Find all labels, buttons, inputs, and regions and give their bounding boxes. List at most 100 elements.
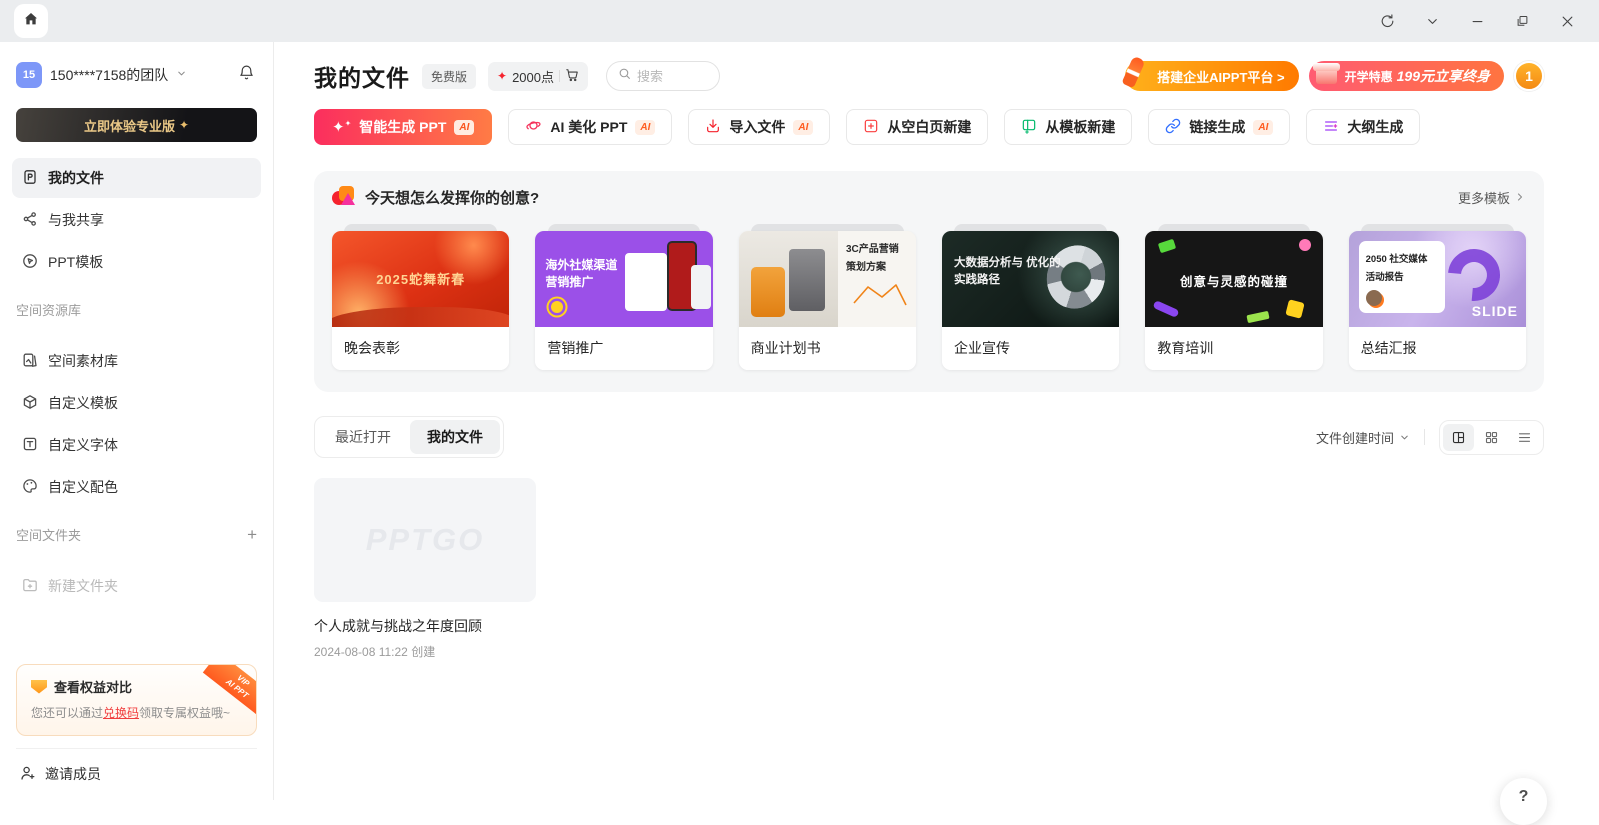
sidebar-item-label: 与我共享 <box>48 210 104 230</box>
search-input[interactable] <box>637 69 707 84</box>
add-folder-icon[interactable]: + <box>247 526 257 543</box>
main-content: 我的文件 免费版 ✦ 2000点 搭建企业AIPPT平台 > <box>274 42 1599 800</box>
notification-bell-icon[interactable] <box>238 64 255 86</box>
template-thumbnail: 海外社媒渠道营销推广 <box>535 231 712 327</box>
tab-my-files[interactable]: 我的文件 <box>410 420 500 454</box>
sidebar-item-custom-colors[interactable]: 自定义配色 <box>12 467 261 507</box>
template-thumbnail: 2050 社交媒体 活动报告 SLIDE <box>1349 231 1526 327</box>
import-file-button[interactable]: 导入文件 AI <box>688 109 830 145</box>
palette-icon <box>22 478 38 497</box>
ai-badge: AI <box>454 120 474 135</box>
creative-banner: 今天想怎么发挥你的创意? 更多模板 2025蛇舞新春 晚会表彰 <box>314 171 1544 392</box>
template-card-education[interactable]: 创意与灵感的碰撞 教育培训 <box>1145 224 1322 370</box>
share-icon <box>22 211 38 230</box>
help-floating-button[interactable]: ? <box>1500 778 1547 825</box>
smart-generate-ppt-button[interactable]: ✦✦ 智能生成 PPT AI <box>314 109 492 145</box>
cube-icon <box>22 394 38 413</box>
template-thumbnail: 大数据分析与 优化的实践路径 <box>942 231 1119 327</box>
redeem-code-link[interactable]: 兑换码 <box>103 706 139 720</box>
sidebar-item-custom-templates[interactable]: 自定义模板 <box>12 383 261 423</box>
restore-window-icon[interactable] <box>1515 14 1530 29</box>
template-plus-icon <box>1021 118 1037 137</box>
more-templates-link[interactable]: 更多模板 <box>1458 188 1526 207</box>
template-card-summary-report[interactable]: 2050 社交媒体 活动报告 SLIDE 总结汇报 <box>1349 224 1526 370</box>
action-label: 导入文件 <box>729 117 785 137</box>
team-chevron-down-icon[interactable] <box>176 68 187 82</box>
new-from-template-button[interactable]: 从模板新建 <box>1004 109 1132 145</box>
file-card[interactable]: PPTGO 个人成就与挑战之年度回顾 2024-08-08 11:22 创建 <box>314 478 536 660</box>
view-small-grid-button[interactable] <box>1476 424 1507 451</box>
template-card-marketing[interactable]: 海外社媒渠道营销推广 营销推广 <box>535 224 712 370</box>
section-space-resources: 空间资源库 <box>16 300 257 319</box>
home-tab-button[interactable] <box>14 4 48 38</box>
outline-generate-button[interactable]: 大纲生成 <box>1306 109 1420 145</box>
template-card-gala[interactable]: 2025蛇舞新春 晚会表彰 <box>332 224 509 370</box>
sale-banner[interactable]: 开学特惠 199元立享终身 <box>1309 61 1504 91</box>
template-card-corporate[interactable]: 大数据分析与 优化的实践路径 企业宣传 <box>942 224 1119 370</box>
spark-icon: ✦ <box>497 69 507 83</box>
benefits-promo-card[interactable]: 查看权益对比 您还可以通过兑换码领取专属权益哦~ VIP AI PPT <box>16 664 257 736</box>
refresh-icon[interactable] <box>1380 14 1395 29</box>
sidebar-item-shared-with-me[interactable]: 与我共享 <box>12 200 261 240</box>
action-label: AI 美化 PPT <box>550 117 627 137</box>
sort-label: 文件创建时间 <box>1316 428 1394 447</box>
asset-library-icon <box>22 352 38 371</box>
banner-title: 今天想怎么发挥你的创意? <box>365 187 539 208</box>
cart-icon[interactable] <box>565 68 579 85</box>
points-badge[interactable]: ✦ 2000点 <box>488 62 588 91</box>
ai-badge: AI <box>1253 120 1273 135</box>
sidebar-item-ppt-templates[interactable]: PPT模板 <box>12 242 261 282</box>
search-box[interactable] <box>606 61 720 91</box>
pro-spark-icon: ✦ <box>179 118 189 132</box>
action-label: 从模板新建 <box>1045 117 1115 137</box>
team-name[interactable]: 150****7158的团队 <box>50 65 168 85</box>
invite-members-label: 邀请成员 <box>45 764 101 784</box>
gift-icon <box>1313 59 1340 86</box>
upgrade-pro-label: 立即体验专业版 <box>84 116 175 135</box>
minimize-icon[interactable] <box>1470 14 1485 29</box>
invite-members-button[interactable]: 邀请成员 <box>16 748 257 800</box>
template-thumbnail: 3C产品营销 策划方案 <box>739 231 916 327</box>
ai-beautify-ppt-button[interactable]: AI 美化 PPT AI <box>508 109 672 145</box>
sidebar-item-label: 自定义模板 <box>48 393 118 413</box>
template-thumbnail: 2025蛇舞新春 <box>332 231 509 327</box>
action-label: 从空白页新建 <box>887 117 971 137</box>
brand-logo-icon <box>332 186 356 208</box>
template-thumbnail: 创意与灵感的碰撞 <box>1145 231 1322 327</box>
sidebar-item-new-folder[interactable]: 新建文件夹 <box>12 566 261 606</box>
sidebar-item-label: 空间素材库 <box>48 351 118 371</box>
sidebar-item-my-files[interactable]: 我的文件 <box>12 158 261 198</box>
enterprise-banner-label: 搭建企业AIPPT平台 > <box>1157 67 1285 86</box>
file-icon <box>22 169 38 188</box>
sidebar-item-asset-library[interactable]: 空间素材库 <box>12 341 261 381</box>
new-blank-page-button[interactable]: 从空白页新建 <box>846 109 988 145</box>
sidebar-item-custom-fonts[interactable]: 自定义字体 <box>12 425 261 465</box>
upgrade-pro-button[interactable]: 立即体验专业版 ✦ <box>16 108 257 142</box>
view-list-button[interactable] <box>1509 424 1540 451</box>
team-avatar: 15 <box>16 62 42 88</box>
action-label: 大纲生成 <box>1347 117 1403 137</box>
enterprise-aippt-banner[interactable]: 搭建企业AIPPT平台 > <box>1125 61 1299 91</box>
action-label: 链接生成 <box>1189 117 1245 137</box>
ai-badge: AI <box>635 120 655 135</box>
help-question-mark: ? <box>1519 788 1529 825</box>
generate-from-link-button[interactable]: 链接生成 AI <box>1148 109 1290 145</box>
file-title: 个人成就与挑战之年度回顾 <box>314 616 536 636</box>
sort-dropdown[interactable]: 文件创建时间 <box>1316 428 1410 447</box>
person-plus-icon <box>20 765 36 784</box>
template-card-business-plan[interactable]: 3C产品营销 策划方案 商业计划书 <box>739 224 916 370</box>
close-icon[interactable] <box>1560 14 1575 29</box>
vip-shield-icon <box>31 680 47 694</box>
user-avatar[interactable]: 1 <box>1514 61 1544 91</box>
plan-badge: 免费版 <box>422 64 476 89</box>
search-icon <box>618 67 631 85</box>
pen-icon <box>1122 56 1146 89</box>
template-label: 商业计划书 <box>739 327 916 370</box>
files-tab-group: 最近打开 我的文件 <box>314 416 504 458</box>
folder-plus-icon <box>22 577 38 596</box>
view-large-grid-button[interactable] <box>1443 424 1474 451</box>
tab-recently-opened[interactable]: 最近打开 <box>318 420 408 454</box>
chevron-down-icon[interactable] <box>1425 14 1440 29</box>
file-created-time: 2024-08-08 11:22 创建 <box>314 643 536 660</box>
planet-icon <box>525 117 542 137</box>
